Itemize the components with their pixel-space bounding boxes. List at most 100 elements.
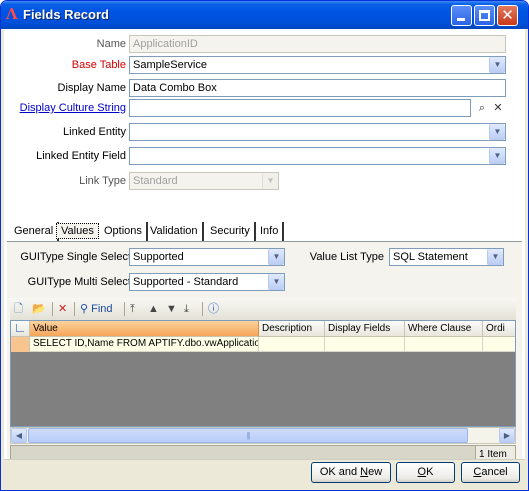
tab-options[interactable]: Options [100, 222, 148, 242]
window-title: Fields Record [23, 7, 109, 22]
move-last-icon[interactable]: ⤓ [184, 301, 189, 317]
app-logo-icon: Λ [6, 5, 18, 23]
tab-validation[interactable]: Validation [146, 222, 204, 242]
name-field: ApplicationID [129, 35, 506, 53]
move-first-icon[interactable]: ⤒ [130, 301, 135, 317]
tab-security[interactable]: Security [206, 222, 256, 242]
tab-info[interactable]: Info [256, 222, 285, 242]
grid-horizontal-scrollbar[interactable]: ◀ ||| ▶ [10, 427, 516, 444]
gui-multi-combo[interactable]: Supported - Standard ▼ [129, 273, 285, 291]
row-selector[interactable] [11, 337, 30, 352]
grid-cell-where-clause[interactable] [405, 337, 483, 352]
base-table-combo[interactable]: SampleService ▼ [129, 56, 506, 74]
binoculars-icon: ⚲ [80, 303, 89, 315]
chevron-down-icon: ▼ [493, 127, 502, 136]
scroll-right-button[interactable]: ▶ [499, 428, 515, 443]
chevron-right-icon: ▶ [503, 431, 511, 440]
grid-cell-value[interactable]: SELECT ID,Name FROM APTIFY.dbo.vwApplica… [30, 337, 259, 352]
chevron-down-icon: ▼ [493, 60, 502, 69]
minimize-icon [457, 18, 465, 21]
toolbar-separator [124, 302, 125, 316]
base-table-value: SampleService [133, 59, 207, 71]
select-all-icon [16, 324, 24, 332]
grid-cell-display-fields[interactable] [325, 337, 405, 352]
value-list-type-dropdown-button[interactable]: ▼ [487, 249, 503, 265]
display-culture-string-input[interactable] [129, 99, 471, 117]
toolbar-separator [52, 302, 53, 316]
open-folder-icon[interactable]: 📂 [32, 301, 46, 317]
display-culture-string-link[interactable]: Display Culture String [4, 102, 126, 114]
linked-entity-field-dropdown-button[interactable]: ▼ [489, 148, 505, 164]
base-table-label: Base Table [71, 59, 126, 71]
move-down-icon[interactable]: ▼ [166, 301, 177, 317]
grid-toolbar: 🗋 📂 ✕ ⚲ Find ⤒ ▲ ▼ ⤓ ⓘ [10, 298, 516, 320]
grip-icon: ||| [246, 431, 250, 440]
gui-multi-dropdown-button[interactable]: ▼ [268, 274, 284, 290]
scroll-thumb[interactable]: ||| [28, 428, 468, 443]
display-name-label: Display Name [57, 82, 126, 94]
toolbar-separator [202, 302, 203, 316]
title-bar[interactable]: Λ Fields Record ✕ [1, 1, 528, 29]
tab-values[interactable]: Values [56, 223, 99, 239]
linked-entity-combo[interactable]: ▼ [129, 123, 506, 141]
chevron-down-icon: ▼ [272, 277, 281, 286]
chevron-down-icon: ▼ [491, 252, 500, 261]
link-type-label: Link Type [79, 175, 126, 187]
gui-multi-label: GUIType Multi Select [27, 276, 131, 288]
value-list-type-value: SQL Statement [393, 251, 468, 263]
linked-entity-label: Linked Entity [63, 126, 126, 138]
close-icon: ✕ [501, 7, 514, 24]
chevron-down-icon: ▼ [493, 151, 502, 160]
fields-record-window: Λ Fields Record ✕ Name ApplicationID Bas… [0, 0, 529, 491]
chevron-left-icon: ◀ [15, 431, 23, 440]
column-header-description[interactable]: Description [259, 321, 325, 337]
ok-accesskey: O [417, 466, 427, 478]
ok-and-new-accesskey: N [360, 466, 369, 478]
values-grid[interactable]: Value Description Display Fields Where C… [10, 320, 516, 427]
gui-single-combo[interactable]: Supported ▼ [129, 248, 285, 266]
grid-corner [11, 321, 30, 337]
column-header-display-fields[interactable]: Display Fields [325, 321, 405, 337]
maximize-button[interactable] [474, 5, 495, 26]
maximize-icon [479, 10, 490, 21]
cancel-label: ancel [481, 466, 508, 478]
column-header-value[interactable]: Value [30, 321, 259, 337]
new-record-icon[interactable]: 🗋 [14, 301, 23, 317]
minimize-button[interactable] [451, 5, 472, 26]
move-up-icon[interactable]: ▲ [148, 301, 159, 317]
tab-general[interactable]: General [10, 222, 60, 242]
ok-and-new-button[interactable]: OK and New [311, 462, 391, 483]
link-type-dropdown-button: ▼ [262, 173, 278, 189]
value-list-type-combo[interactable]: SQL Statement ▼ [389, 248, 504, 266]
ok-and-new-label-post: ew [368, 466, 383, 478]
gui-single-label: GUIType Single Select [20, 251, 131, 263]
ok-label: K [426, 466, 434, 478]
scroll-left-button[interactable]: ◀ [11, 428, 27, 443]
gui-single-value: Supported [133, 251, 184, 263]
value-list-type-label: Value List Type [309, 251, 384, 263]
cancel-button[interactable]: Cancel [461, 462, 520, 483]
grid-cell-description[interactable] [259, 337, 325, 352]
help-icon[interactable]: ⓘ [208, 301, 219, 317]
link-type-value: Standard [133, 175, 178, 187]
column-header-where-clause[interactable]: Where Clause [405, 321, 483, 337]
chevron-down-icon: ▼ [266, 176, 275, 185]
linked-entity-dropdown-button[interactable]: ▼ [489, 124, 505, 140]
clear-x-icon[interactable]: ✕ [490, 100, 506, 116]
find-button[interactable]: ⚲ Find [80, 301, 113, 317]
delete-icon[interactable]: ✕ [58, 301, 67, 317]
find-label: Find [91, 303, 113, 315]
ok-and-new-label-pre: OK and [319, 466, 361, 478]
linked-entity-field-label: Linked Entity Field [36, 150, 126, 162]
linked-entity-field-combo[interactable]: ▼ [129, 147, 506, 165]
column-header-order[interactable]: Ordi [483, 321, 515, 337]
name-label: Name [96, 38, 126, 50]
grid-cell-order[interactable] [483, 337, 515, 352]
toolbar-separator [74, 302, 75, 316]
ok-button[interactable]: OK [396, 462, 455, 483]
binoculars-icon[interactable]: ⌕ [474, 100, 490, 116]
display-name-input[interactable]: Data Combo Box [129, 79, 506, 97]
gui-multi-value: Supported - Standard [133, 276, 239, 288]
base-table-dropdown-button[interactable]: ▼ [489, 57, 505, 73]
close-button[interactable]: ✕ [497, 5, 518, 26]
